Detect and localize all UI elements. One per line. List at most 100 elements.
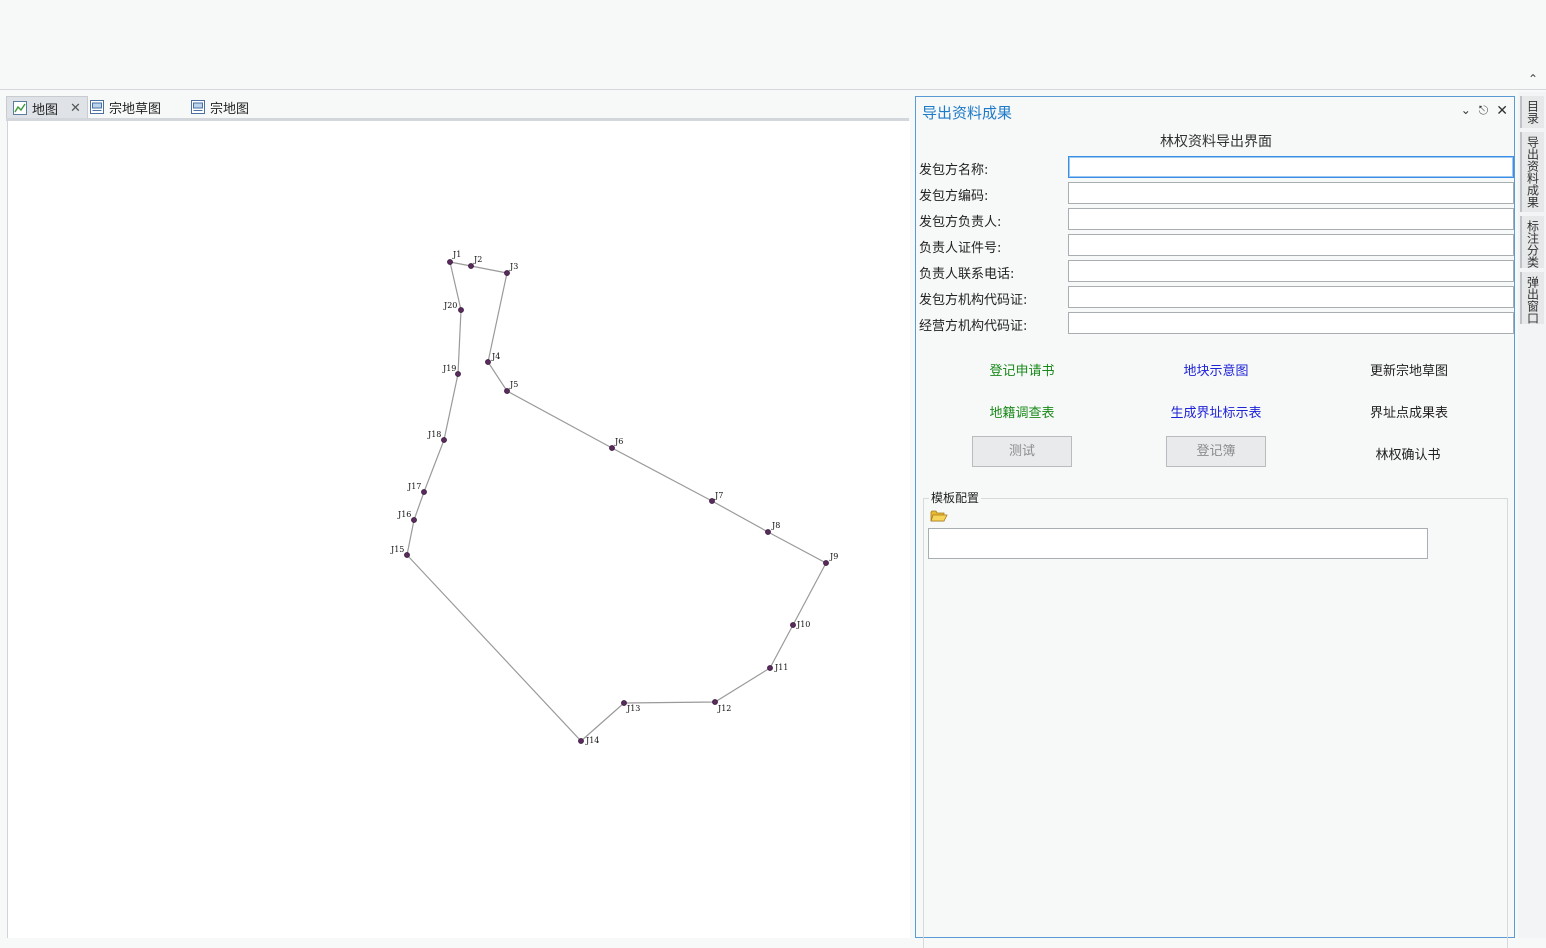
open-folder-icon[interactable]: [930, 509, 948, 523]
tab-label: 宗地图: [210, 101, 250, 117]
tab-label: 宗地草图: [109, 101, 162, 117]
boundary-point-label: J8: [771, 521, 780, 530]
principal-id-input[interactable]: [1068, 234, 1514, 256]
tab-map[interactable]: 地图 ✕: [6, 96, 88, 119]
boundary-point-j11[interactable]: [767, 665, 773, 671]
field-label: 发包方名称:: [919, 163, 989, 178]
boundary-point-j2[interactable]: [468, 263, 474, 269]
boundary-point-label: J7: [714, 491, 723, 500]
layout-icon: [191, 100, 205, 114]
document-tabbar: 地图 ✕ 宗地草图 宗地图: [6, 96, 910, 120]
boundary-point-label: J12: [717, 704, 731, 713]
boundary-point-j3[interactable]: [504, 270, 510, 276]
boundary-point-j20[interactable]: [458, 307, 464, 313]
layout-icon: [90, 100, 104, 114]
field-contractor-name: 发包方名称:: [919, 156, 1515, 180]
field-label: 负责人联系电话:: [919, 267, 1015, 282]
test-button[interactable]: 测试: [972, 436, 1072, 467]
boundary-point-label: J3: [509, 262, 518, 271]
forest-right-confirmation-button[interactable]: 林权确认书: [1375, 444, 1440, 463]
field-contractor-code: 发包方编码:: [919, 182, 1515, 206]
boundary-point-j16[interactable]: [411, 517, 417, 523]
ribbon-area: ⌃: [0, 0, 1546, 90]
boundary-point-label: J4: [491, 352, 500, 361]
field-label: 发包方机构代码证:: [919, 293, 1028, 308]
boundary-point-label: J6: [614, 437, 623, 446]
boundary-point-results-button[interactable]: 界址点成果表: [1370, 402, 1448, 421]
boundary-point-label: J9: [829, 552, 838, 561]
principal-phone-input[interactable]: [1068, 260, 1514, 282]
side-tab-catalog[interactable]: 目录: [1520, 96, 1544, 128]
boundary-point-j15[interactable]: [404, 552, 410, 558]
register-application-button[interactable]: 登记申请书: [989, 360, 1054, 379]
boundary-point-label: J10: [796, 620, 810, 629]
boundary-point-label: J1: [452, 250, 461, 259]
side-tab-popup-window[interactable]: 弹出窗口: [1520, 272, 1544, 324]
contractor-code-input[interactable]: [1068, 182, 1514, 204]
side-tab-strip: 目录 导出资料成果 标注分类 弹出窗口: [1518, 92, 1546, 938]
close-icon[interactable]: ✕: [1496, 103, 1508, 119]
panel-title: 导出资料成果: [922, 104, 1013, 122]
tab-parcel-sketch[interactable]: 宗地草图: [84, 96, 167, 118]
boundary-marker-table-button[interactable]: 生成界址标示表: [1170, 402, 1261, 421]
field-contractor-org-code: 发包方机构代码证:: [919, 286, 1515, 310]
side-tab-annotation-classes[interactable]: 标注分类: [1520, 216, 1544, 268]
field-label: 负责人证件号:: [919, 241, 1002, 256]
tab-parcel-map[interactable]: 宗地图: [185, 96, 255, 118]
boundary-point-j8[interactable]: [765, 529, 771, 535]
boundary-point-j1[interactable]: [447, 259, 453, 265]
field-contractor-principal: 发包方负责人:: [919, 208, 1515, 232]
boundary-point-j9[interactable]: [823, 560, 829, 566]
boundary-point-j4[interactable]: [485, 359, 491, 365]
boundary-point-label: J15: [390, 545, 404, 554]
parcel-boundary-line: [406, 261, 827, 742]
map-canvas[interactable]: J1 J2 J3 J4 J5 J6 J7 J8 J9 J10 J11 J12 J13 J14 J15 J16 J…: [7, 121, 910, 938]
operator-org-code-input[interactable]: [1068, 312, 1514, 334]
contractor-org-code-input[interactable]: [1068, 286, 1514, 308]
boundary-point-j6[interactable]: [609, 445, 615, 451]
collapse-ribbon-icon[interactable]: ⌃: [1526, 72, 1540, 86]
side-tab-export-results[interactable]: 导出资料成果: [1520, 132, 1544, 212]
boundary-point-label: J17: [407, 482, 421, 491]
close-icon[interactable]: ✕: [70, 101, 81, 116]
update-parcel-sketch-button[interactable]: 更新宗地草图: [1370, 360, 1448, 379]
boundary-point-j10[interactable]: [790, 622, 796, 628]
boundary-point-label: J18: [427, 430, 441, 439]
field-label: 发包方编码:: [919, 189, 989, 204]
template-config-group: [923, 498, 1508, 948]
field-principal-id: 负责人证件号:: [919, 234, 1515, 258]
template-config-legend: 模板配置: [929, 489, 982, 506]
boundary-point-label: J13: [626, 704, 640, 713]
panel-controls: ⌄ ⎋ ✕: [1461, 103, 1508, 119]
field-principal-phone: 负责人联系电话:: [919, 260, 1515, 284]
boundary-point-label: J11: [774, 663, 788, 672]
boundary-point-label: J16: [397, 510, 411, 519]
parcel-polygon-map[interactable]: J1 J2 J3 J4 J5 J6 J7 J8 J9 J10 J11 J12 J13 J14 J15 J16 J…: [8, 121, 910, 938]
boundary-point-label: J5: [509, 380, 518, 389]
boundary-point-j17[interactable]: [421, 489, 427, 495]
map-icon: [13, 101, 27, 115]
boundary-point-j14[interactable]: [578, 738, 584, 744]
tab-label: 地图: [32, 102, 59, 118]
boundary-point-j12[interactable]: [712, 699, 718, 705]
form-heading: 林权资料导出界面: [1160, 134, 1272, 150]
boundary-point-j7[interactable]: [709, 498, 715, 504]
dropdown-icon[interactable]: ⌄: [1461, 103, 1471, 119]
contractor-principal-input[interactable]: [1068, 208, 1514, 230]
boundary-point-label: J20: [443, 301, 457, 310]
cadastral-survey-button[interactable]: 地籍调查表: [989, 402, 1054, 421]
plot-sketch-button[interactable]: 地块示意图: [1183, 360, 1248, 379]
export-panel: 导出资料成果 ⌄ ⎋ ✕ 林权资料导出界面 发包方名称: 发包方编码: 发包方负…: [915, 96, 1515, 948]
boundary-point-label: J19: [442, 364, 456, 373]
boundary-point-j18[interactable]: [441, 437, 447, 443]
contractor-name-input[interactable]: [1068, 156, 1514, 178]
boundary-point-label: J2: [473, 255, 482, 264]
field-label: 发包方负责人:: [919, 215, 1002, 230]
field-label: 经营方机构代码证:: [919, 319, 1028, 334]
pin-icon[interactable]: ⎋: [1479, 103, 1489, 119]
field-operator-org-code: 经营方机构代码证:: [919, 312, 1515, 336]
boundary-point-j13[interactable]: [621, 700, 627, 706]
template-path-input[interactable]: [928, 528, 1428, 559]
boundary-point-j5[interactable]: [504, 388, 510, 394]
register-book-button[interactable]: 登记簿: [1166, 436, 1266, 467]
